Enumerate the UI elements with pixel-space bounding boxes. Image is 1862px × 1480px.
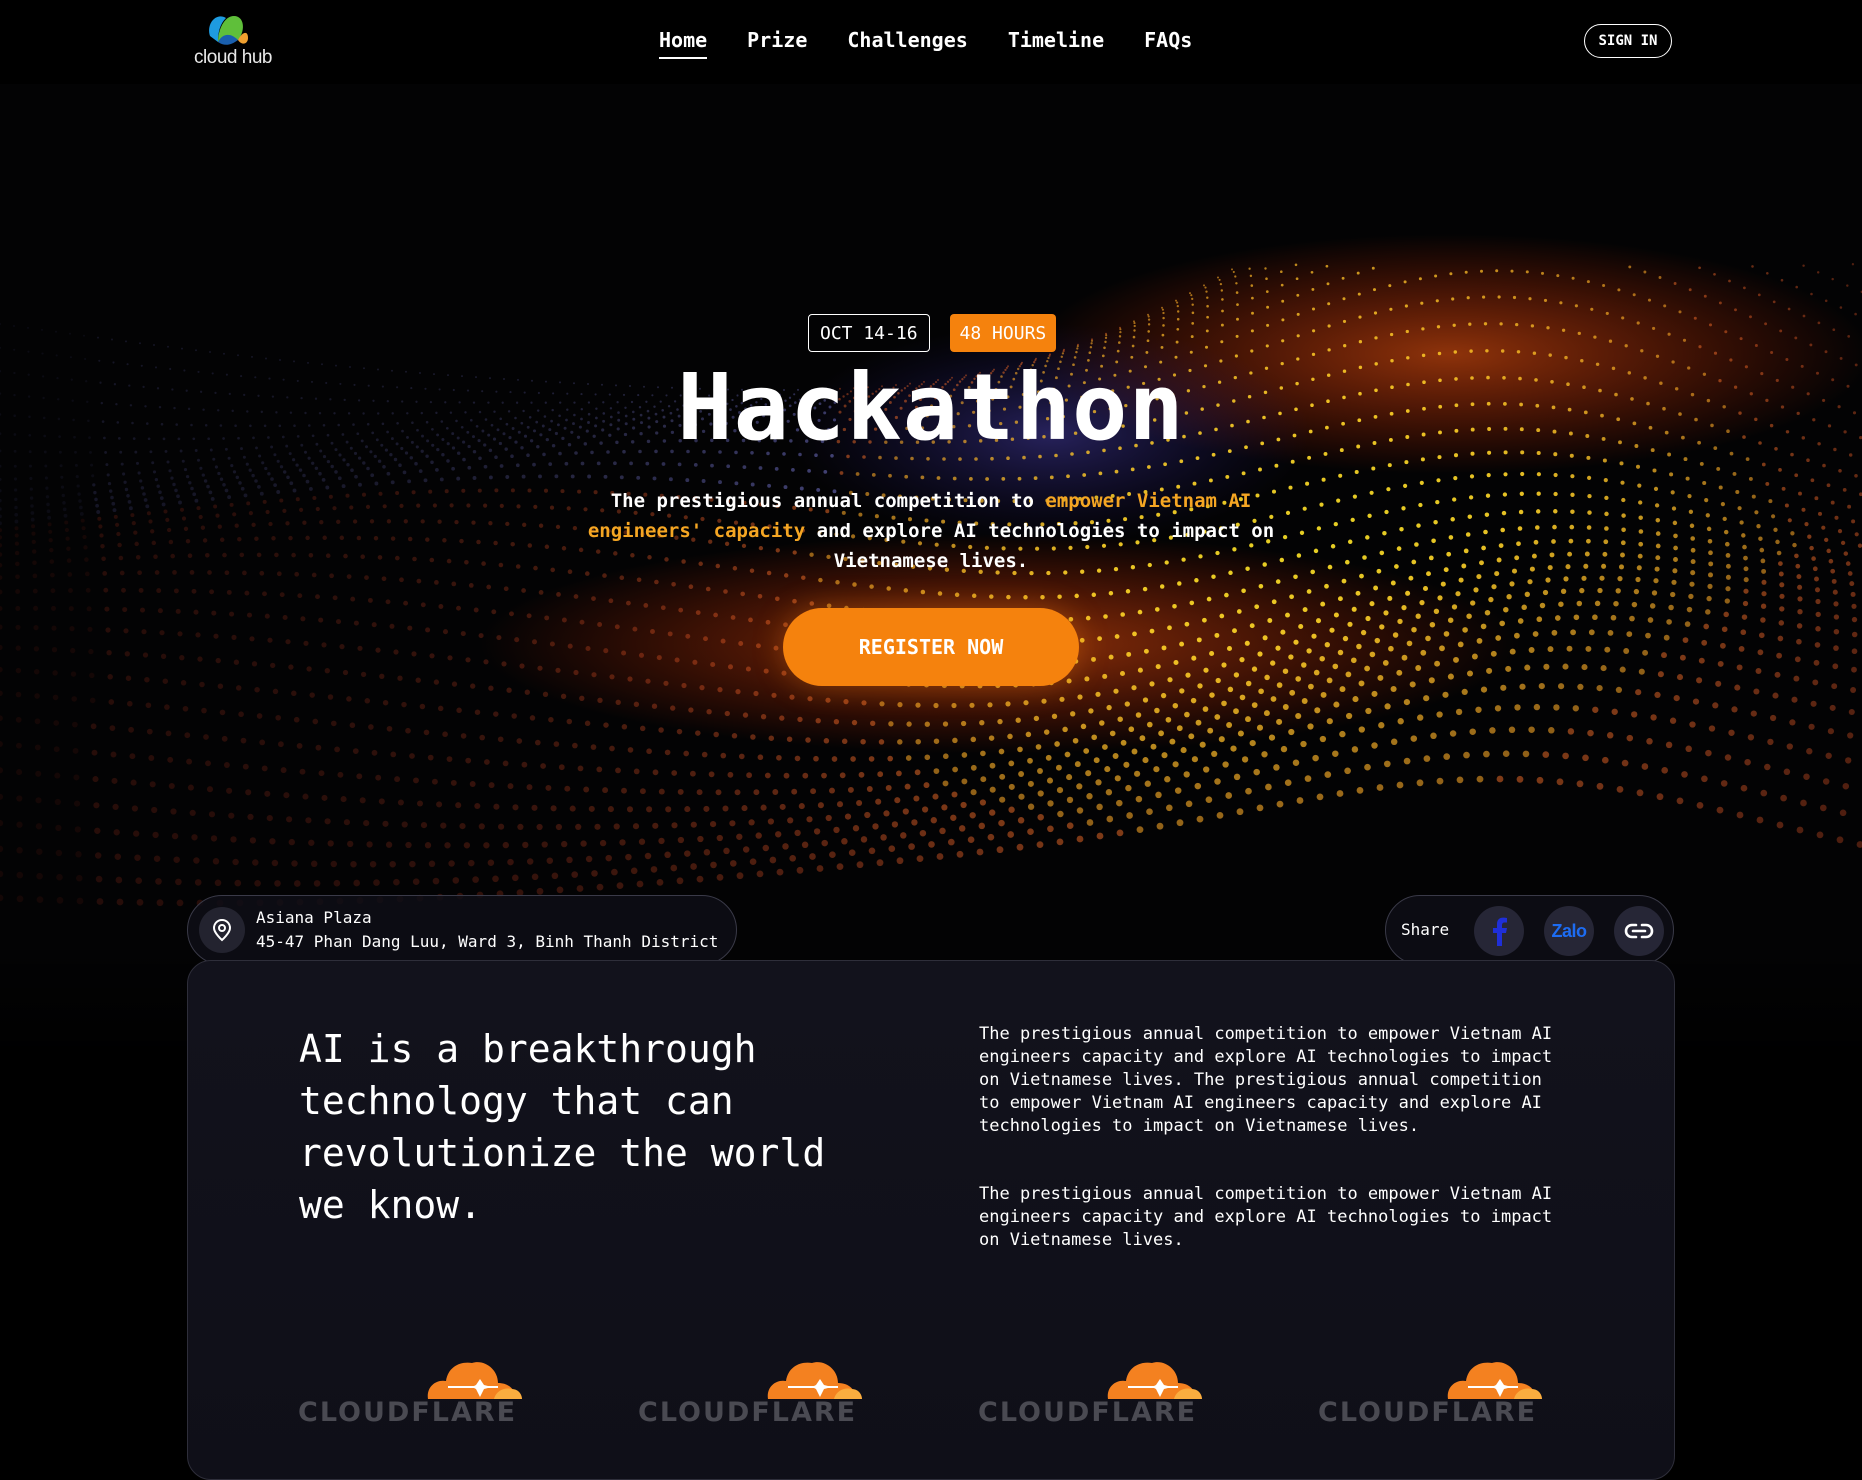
sponsor-name: CLOUDFLARE (1318, 1397, 1538, 1428)
nav-timeline[interactable]: Timeline (1008, 28, 1104, 59)
register-now-button[interactable]: REGISTER NOW (783, 608, 1079, 686)
duration-badge: 48 HOURS (949, 314, 1057, 352)
link-icon[interactable] (1614, 906, 1664, 956)
sponsor-name: CLOUDFLARE (978, 1397, 1198, 1428)
main-nav: Home Prize Challenges Timeline FAQs (659, 28, 1232, 59)
logo-text: cloud hub (194, 47, 272, 68)
about-card: AI is a breakthrough technology that can… (187, 960, 1675, 1480)
hero-desc-text-end: and explore AI technologies to impact on… (805, 520, 1275, 572)
cloudflare-cloud-icon (427, 1362, 522, 1399)
location-pin-icon (199, 907, 245, 953)
share-label: Share (1401, 920, 1450, 939)
top-navbar: cloud hub Home Prize Challenges Timeline… (0, 0, 1862, 84)
sponsor-name: CLOUDFLARE (298, 1397, 518, 1428)
about-paragraph-2: The prestigious annual competition to em… (979, 1184, 1553, 1250)
cloudflare-cloud-icon (767, 1362, 862, 1399)
facebook-icon[interactable] (1474, 906, 1524, 956)
sponsor-name: CLOUDFLARE (638, 1397, 858, 1428)
hero-section: OCT 14-16 48 HOURS Hackathon The prestig… (0, 84, 1862, 1060)
sponsor-logo-cloudflare[interactable]: CLOUDFLARE (1318, 1341, 1563, 1431)
sign-in-button[interactable]: SIGN IN (1584, 24, 1672, 58)
about-paragraph-1: The prestigious annual competition to em… (979, 1024, 1553, 1136)
nav-faqs[interactable]: FAQs (1144, 28, 1192, 59)
location-address: 45-47 Phan Dang Luu, Ward 3, Binh Thanh … (256, 932, 719, 951)
sponsor-logo-cloudflare[interactable]: CLOUDFLARE (638, 1341, 883, 1431)
about-heading: AI is a breakthrough technology that can… (299, 1027, 826, 1227)
hero-desc-text: The prestigious annual competition to (610, 490, 1046, 512)
share-bar: Share Zalo (1385, 895, 1674, 965)
hero-title: Hackathon (677, 354, 1185, 461)
cloudhub-logo-icon (209, 16, 248, 45)
location-name: Asiana Plaza (256, 908, 372, 927)
sponsor-logos: CLOUDFLARE CLOUDFLARE CLOUDFLARE CLOUDFL… (298, 1341, 1598, 1441)
cloudflare-cloud-icon (1447, 1362, 1542, 1399)
nav-challenges[interactable]: Challenges (847, 28, 967, 59)
zalo-label: Zalo (1551, 920, 1587, 941)
cloudhub-logo[interactable]: cloud hub (188, 10, 288, 70)
hero-description: The prestigious annual competition to em… (580, 486, 1282, 576)
zalo-icon[interactable]: Zalo (1544, 906, 1594, 956)
nav-home[interactable]: Home (659, 28, 708, 59)
cloudflare-cloud-icon (1107, 1362, 1202, 1399)
sponsor-logo-cloudflare[interactable]: CLOUDFLARE (978, 1341, 1223, 1431)
event-badges: OCT 14-16 48 HOURS (808, 314, 1057, 352)
nav-prize[interactable]: Prize (747, 28, 807, 59)
sponsor-logo-cloudflare[interactable]: CLOUDFLARE (298, 1341, 543, 1431)
date-badge: OCT 14-16 (808, 314, 930, 352)
location-card: Asiana Plaza 45-47 Phan Dang Luu, Ward 3… (187, 895, 737, 965)
